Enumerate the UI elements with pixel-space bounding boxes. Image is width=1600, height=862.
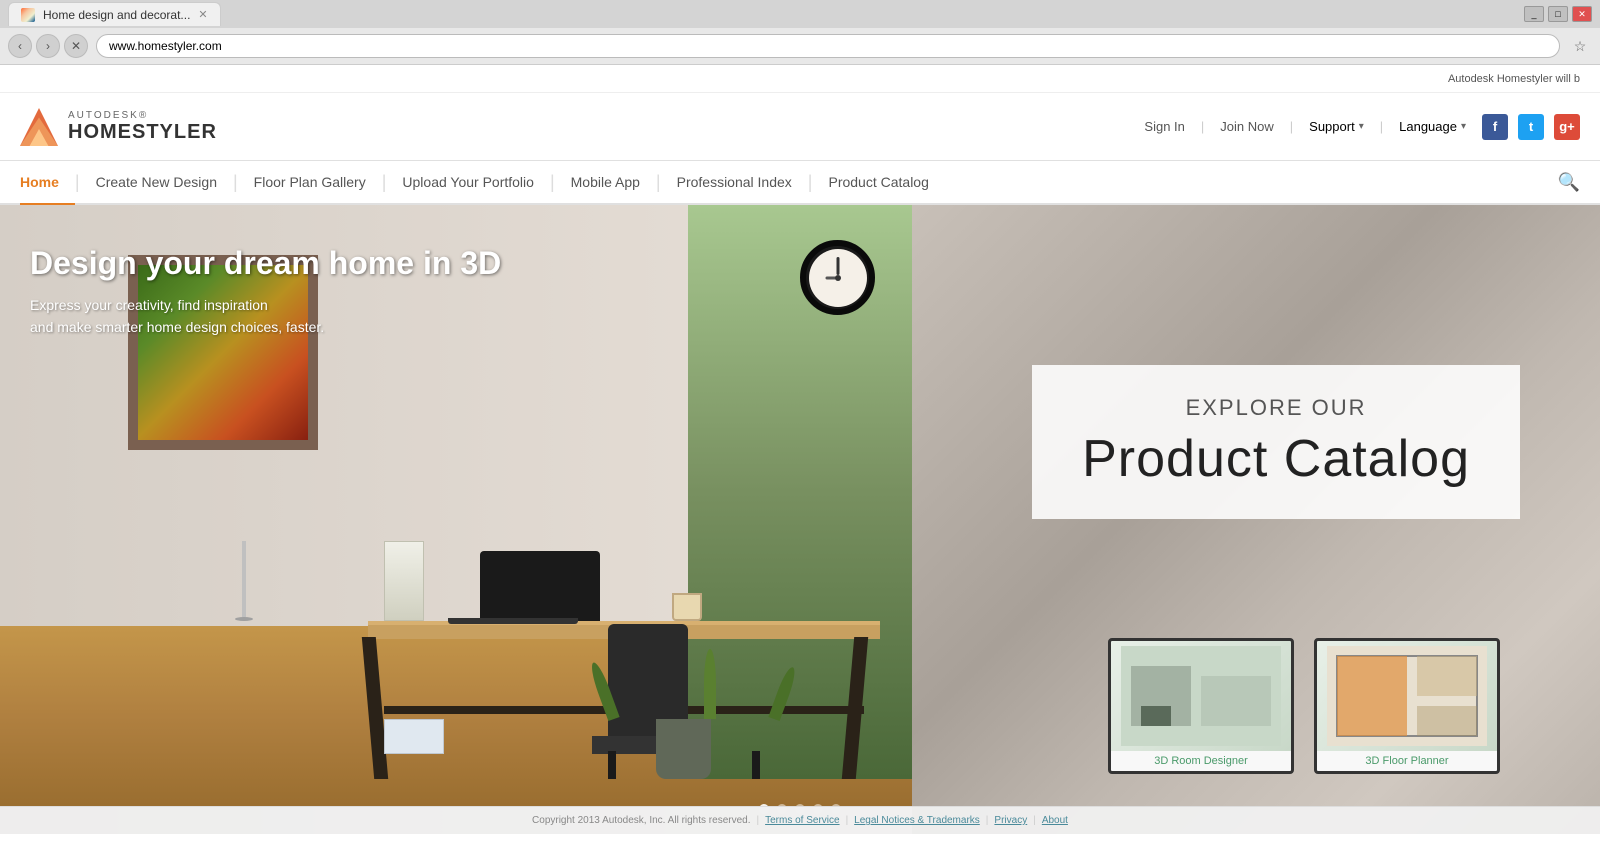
search-icon[interactable]: 🔍: [1558, 172, 1580, 193]
main-navigation: Home | Create New Design | Floor Plan Ga…: [0, 161, 1600, 205]
nav-product-catalog[interactable]: Product Catalog: [812, 161, 944, 205]
room-designer-preview: [1111, 641, 1291, 751]
logo-area[interactable]: AUTODESK® HOMESTYLER: [20, 108, 217, 146]
floor-planner-preview-image: [1327, 646, 1487, 746]
floor-planner-thumb[interactable]: 3D Floor Planner: [1314, 638, 1500, 774]
floor-planner-label: 3D Floor Planner: [1317, 751, 1497, 771]
top-notification-bar: Autodesk Homestyler will b: [0, 65, 1600, 93]
forward-button[interactable]: ›: [36, 34, 60, 58]
catalog-explore-text: EXPLORE OUR: [1082, 395, 1470, 421]
lamp-shade: [384, 541, 424, 621]
chair-leg-left: [608, 751, 616, 779]
header-sep-3: |: [1380, 119, 1383, 134]
chair-leg-right: [752, 751, 760, 779]
nav-mobile-app[interactable]: Mobile App: [555, 161, 656, 205]
hero-text-block: Design your dream home in 3D Express you…: [30, 245, 501, 339]
nav-floor-plan-gallery[interactable]: Floor Plan Gallery: [238, 161, 382, 205]
room-designer-preview-image: [1121, 646, 1281, 746]
catalog-overlay: EXPLORE OUR Product Catalog: [1032, 365, 1520, 519]
nav-upload-portfolio[interactable]: Upload Your Portfolio: [386, 161, 550, 205]
hero-subline-2: and make smarter home design choices, fa…: [30, 316, 501, 338]
header-sep-1: |: [1201, 119, 1204, 134]
maximize-button[interactable]: □: [1548, 6, 1568, 22]
logo-homestyler-text: HOMESTYLER: [68, 121, 217, 143]
social-icons: f t g+: [1482, 114, 1580, 140]
site-footer: Copyright 2013 Autodesk, Inc. All rights…: [0, 806, 1600, 834]
window-area: [688, 205, 912, 779]
lamp-pole: [242, 541, 246, 621]
nav-home[interactable]: Home: [20, 161, 75, 205]
footer-copyright: Copyright 2013 Autodesk, Inc. All rights…: [532, 815, 750, 826]
facebook-icon[interactable]: f: [1482, 114, 1508, 140]
language-chevron-icon: ▾: [1461, 121, 1466, 132]
back-button[interactable]: ‹: [8, 34, 32, 58]
footer-privacy-link[interactable]: Privacy: [994, 815, 1027, 826]
floor-planner-preview: [1317, 641, 1497, 751]
sign-in-link[interactable]: Sign In: [1144, 119, 1184, 134]
support-label: Support: [1309, 119, 1355, 134]
nav-create-new-design[interactable]: Create New Design: [80, 161, 233, 205]
header-links: Sign In | Join Now | Support ▾ | Languag…: [1144, 119, 1466, 134]
tab-favicon: [21, 8, 35, 22]
window-controls: _ □ ✕: [1524, 6, 1592, 22]
refresh-button[interactable]: ✕: [64, 34, 88, 58]
plant-leaf-2: [704, 649, 716, 719]
hero-headline: Design your dream home in 3D: [30, 245, 501, 282]
room-designer-thumb[interactable]: 3D Room Designer: [1108, 638, 1294, 774]
lamp-base: [235, 617, 253, 621]
browser-chrome: Home design and decorat... ✕ _ □ ✕ ‹ › ✕…: [0, 0, 1600, 65]
google-plus-icon[interactable]: g+: [1554, 114, 1580, 140]
close-window-button[interactable]: ✕: [1572, 6, 1592, 22]
address-bar-row: ‹ › ✕ ☆: [0, 28, 1600, 64]
browser-tab[interactable]: Home design and decorat... ✕: [8, 2, 221, 26]
hero-subline-1: Express your creativity, find inspiratio…: [30, 294, 501, 316]
logo-text: AUTODESK® HOMESTYLER: [68, 110, 217, 143]
logo-autodesk-text: AUTODESK®: [68, 110, 217, 121]
minimize-button[interactable]: _: [1524, 6, 1544, 22]
bookmark-icon[interactable]: ☆: [1568, 34, 1592, 58]
autodesk-logo-icon: [20, 108, 58, 146]
laptop-base: [448, 618, 578, 624]
join-now-link[interactable]: Join Now: [1220, 119, 1273, 134]
wall-clock: [800, 240, 875, 315]
books: [384, 719, 444, 754]
support-menu[interactable]: Support ▾: [1309, 119, 1364, 134]
twitter-icon[interactable]: t: [1518, 114, 1544, 140]
language-menu[interactable]: Language ▾: [1399, 119, 1466, 134]
site-header: AUTODESK® HOMESTYLER Sign In | Join Now …: [0, 93, 1600, 161]
tab-close-button[interactable]: ✕: [198, 8, 207, 21]
room-designer-label: 3D Room Designer: [1111, 751, 1291, 771]
catalog-title-text: Product Catalog: [1082, 429, 1470, 489]
hero-subtext: Express your creativity, find inspiratio…: [30, 294, 501, 339]
notification-text: Autodesk Homestyler will b: [1448, 73, 1580, 85]
title-bar: Home design and decorat... ✕ _ □ ✕: [0, 0, 1600, 28]
address-input[interactable]: [96, 34, 1560, 58]
coffee-cup: [672, 593, 702, 621]
header-sep-2: |: [1290, 119, 1293, 134]
footer-about-link[interactable]: About: [1042, 815, 1068, 826]
tab-title: Home design and decorat...: [43, 8, 190, 22]
plant-pot: [656, 719, 711, 779]
toolbar-icons: ☆: [1568, 34, 1592, 58]
language-label: Language: [1399, 119, 1457, 134]
footer-legal-link[interactable]: Legal Notices & Trademarks: [854, 815, 980, 826]
mini-thumbnails: 3D Room Designer 3D Floor Planner: [1108, 638, 1500, 774]
footer-terms-link[interactable]: Terms of Service: [765, 815, 839, 826]
nav-professional-index[interactable]: Professional Index: [661, 161, 808, 205]
laptop-screen: [480, 551, 600, 621]
support-chevron-icon: ▾: [1359, 121, 1364, 132]
site-wrapper: Autodesk Homestyler will b AUTODESK® HOM…: [0, 65, 1600, 862]
nav-buttons: ‹ › ✕: [8, 34, 88, 58]
hero-section: Design your dream home in 3D Express you…: [0, 205, 1600, 834]
